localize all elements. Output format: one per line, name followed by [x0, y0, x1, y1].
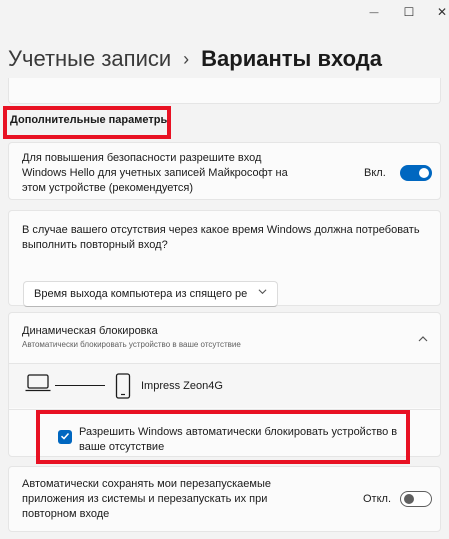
hello-state-label: Вкл.: [364, 167, 386, 179]
maximize-icon: ☐: [403, 5, 415, 19]
previous-card-edge: [8, 78, 441, 104]
restart-apps-toggle[interactable]: [400, 491, 432, 507]
restart-apps-card: Автоматически сохранять мои перезапускае…: [8, 466, 441, 532]
dynamic-lock-title: Динамическая блокировка: [22, 325, 158, 337]
paired-device-row: Impress Zeon4G: [9, 364, 440, 408]
hello-setting-card: Для повышения безопасности разрешите вхо…: [8, 142, 441, 200]
page-title: Варианты входа: [201, 46, 383, 71]
hello-toggle[interactable]: [400, 165, 432, 181]
away-setting-card: В случае вашего отсутствия через какое в…: [8, 210, 441, 307]
connection-line: [55, 385, 105, 386]
close-icon: ✕: [436, 5, 448, 19]
maximize-button[interactable]: ☐: [397, 2, 421, 22]
hello-setting-text: Для повышения безопасности разрешите вхо…: [22, 152, 288, 194]
breadcrumb: Учетные записи › Варианты входа: [8, 44, 449, 74]
breadcrumb-separator: ›: [183, 49, 190, 69]
minimize-icon: —: [369, 7, 379, 17]
highlight-box-section: [3, 106, 171, 139]
away-timeout-dropdown[interactable]: Время выхода компьютера из спящего ре: [23, 281, 278, 307]
restart-apps-state-label: Откл.: [363, 493, 392, 505]
restart-apps-text: Автоматически сохранять мои перезапускае…: [22, 478, 271, 520]
highlight-box-checkbox: [36, 410, 410, 464]
minimize-button[interactable]: —: [362, 2, 386, 22]
laptop-icon: [25, 374, 51, 397]
dynamic-lock-subtitle: Автоматически блокировать устройство в в…: [22, 340, 241, 349]
breadcrumb-parent-link[interactable]: Учетные записи: [8, 44, 171, 74]
dropdown-value: Время выхода компьютера из спящего ре: [34, 288, 248, 300]
title-bar: — ☐ ✕: [0, 0, 449, 26]
dynamic-lock-header[interactable]: Динамическая блокировка Автоматически бл…: [9, 313, 440, 361]
phone-icon: [115, 373, 131, 404]
chevron-up-icon: [418, 331, 428, 349]
chevron-down-icon: [258, 287, 267, 299]
device-name: Impress Zeon4G: [141, 380, 223, 392]
away-setting-text: В случае вашего отсутствия через какое в…: [22, 224, 420, 251]
close-button[interactable]: ✕: [430, 2, 449, 22]
